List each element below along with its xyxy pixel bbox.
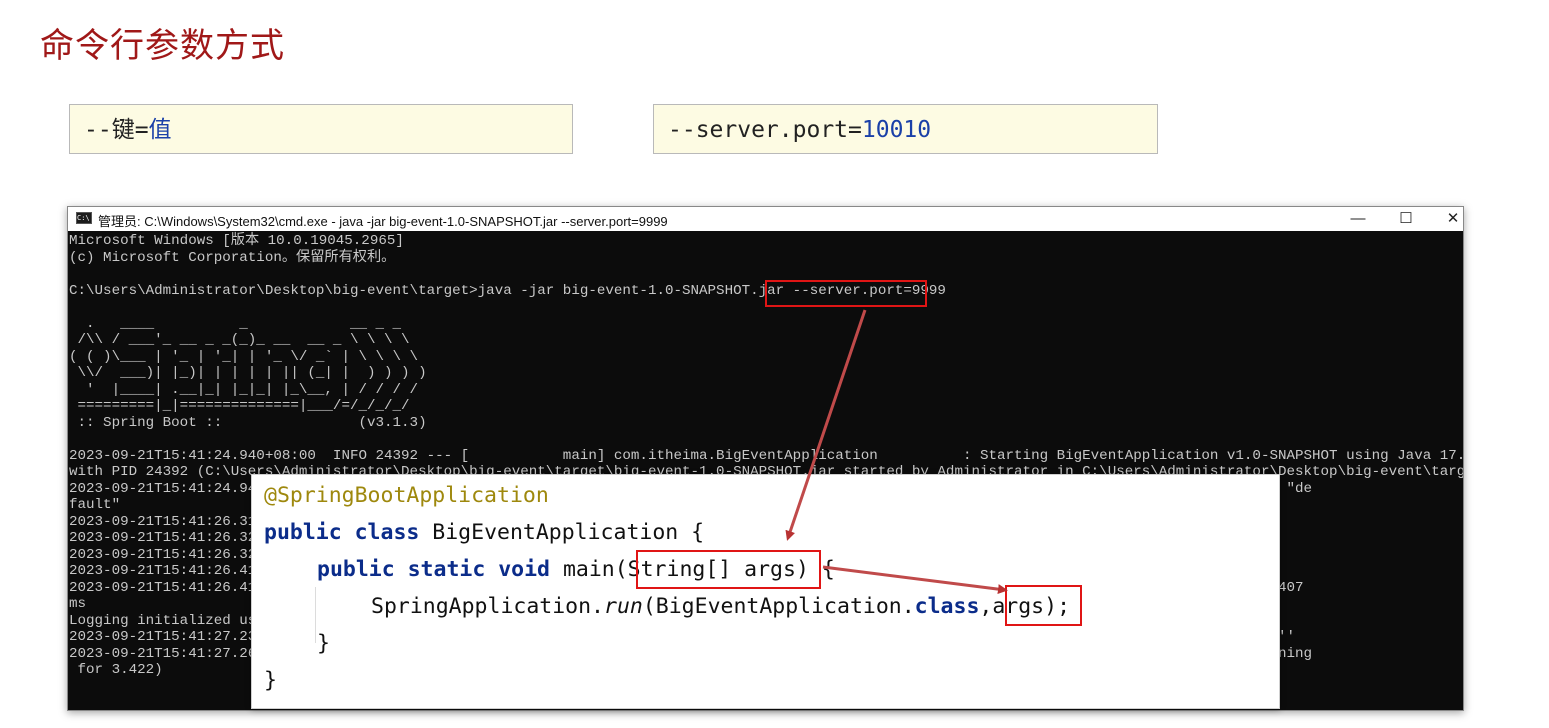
syntax-box: --键=值 <box>69 104 573 154</box>
syntax-prefix: --键= <box>84 117 149 143</box>
maximize-button[interactable]: ☐ <box>1391 209 1421 229</box>
terminal-line: ( ( )\___ | '_ | '_| | '_ \/ _` | \ \ \ … <box>69 348 419 365</box>
example-value: 10010 <box>861 117 932 143</box>
terminal-line: \\/ ___)| |_)| | | | | || (_| | ) ) ) ) <box>69 365 427 381</box>
terminal-line: . ____ _ __ _ _ <box>69 315 402 332</box>
run-args-highlight <box>1005 585 1082 626</box>
terminal-line: (c) Microsoft Corporation。保留所有权利。 <box>69 249 396 266</box>
slide-title: 命令行参数方式 <box>40 26 285 66</box>
terminal-line: =========|_|==============|___/=/_/_/_/ <box>69 398 410 414</box>
terminal-line: :: Spring Boot :: (v3.1.3) <box>69 414 427 431</box>
minimize-button[interactable]: — <box>1343 209 1373 229</box>
terminal-line: Microsoft Windows [版本 10.0.19045.2965] <box>69 233 404 249</box>
code-popup: @SpringBootApplication public class BigE… <box>251 474 1280 709</box>
example-box: --server.port=10010 <box>653 104 1158 154</box>
code-line-5: } <box>317 631 330 656</box>
terminal-line: 2023-09-21T15:41:24.940+08:00 INFO 24392… <box>69 447 1464 464</box>
syntax-value: 值 <box>148 117 172 143</box>
code-line-4: SpringApplication.run(BigEventApplicatio… <box>371 594 1071 619</box>
cmd-icon: C:\ <box>76 212 92 224</box>
example-prefix: --server.port= <box>668 117 862 143</box>
window-titlebar[interactable]: C:\ 管理员: C:\Windows\System32\cmd.exe - j… <box>68 207 1463 231</box>
terminal-line: ' |____| .__|_| |_|_| |_\__, | / / / / <box>69 381 419 398</box>
code-line-1: @SpringBootApplication <box>264 483 549 508</box>
terminal-line: /\\ / ___'_ __ _ _(_)_ __ __ _ \ \ \ \ <box>69 332 410 348</box>
window-title: 管理员: C:\Windows\System32\cmd.exe - java … <box>98 214 668 229</box>
indent-guide <box>315 587 316 643</box>
code-line-2: public class BigEventApplication { <box>264 520 705 545</box>
string-args-highlight <box>636 550 821 589</box>
server-port-highlight <box>765 280 927 307</box>
close-button[interactable]: ✕ <box>1438 209 1463 229</box>
code-line-6: } <box>264 668 277 693</box>
